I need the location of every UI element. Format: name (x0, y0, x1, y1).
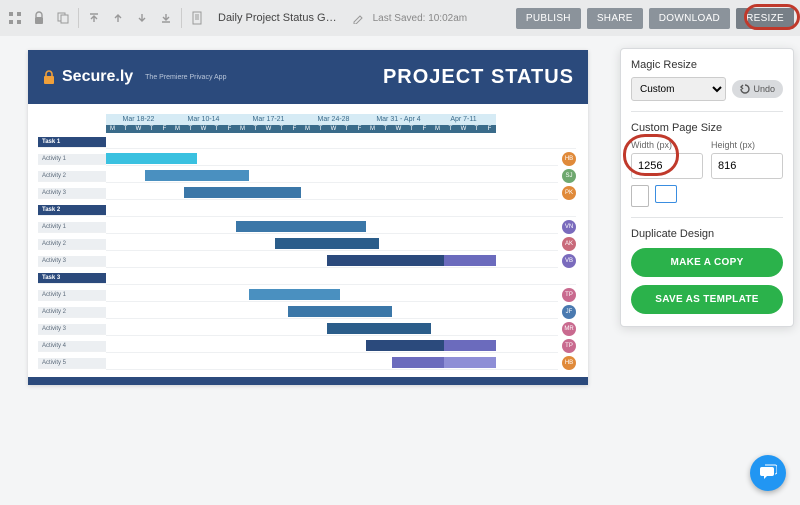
doc-header: Secure.ly The Premiere Privacy App PROJE… (28, 50, 588, 104)
resize-preset-select[interactable]: Custom (631, 77, 726, 101)
owner-badge: HB (562, 152, 576, 166)
brand-lock-icon (42, 69, 56, 85)
activity-label: Activity 2 (38, 239, 106, 250)
width-label: Width (px) (631, 140, 703, 150)
copy-icon[interactable] (54, 9, 72, 27)
resize-button[interactable]: RESIZE (736, 8, 794, 29)
gantt-track (106, 356, 558, 370)
document[interactable]: Secure.ly The Premiere Privacy App PROJE… (28, 50, 588, 385)
portrait-orientation[interactable] (631, 185, 649, 207)
download-button[interactable]: DOWNLOAD (649, 8, 730, 29)
gantt-track (106, 339, 558, 353)
owner-badge: JF (562, 305, 576, 319)
owner-badge: MR (562, 322, 576, 336)
gantt-bar[interactable] (236, 221, 366, 232)
gantt-bar[interactable] (249, 289, 340, 300)
gantt-track (106, 220, 558, 234)
owner-badge: VB (562, 254, 576, 268)
activity-label: Activity 3 (38, 188, 106, 199)
brand-name: Secure.ly (62, 68, 133, 86)
share-button[interactable]: SHARE (587, 8, 643, 29)
gantt-bar[interactable] (327, 255, 444, 266)
undo-icon (740, 84, 750, 94)
gantt-track (106, 186, 558, 200)
gantt-bar[interactable] (288, 306, 392, 317)
gantt-track (106, 305, 558, 319)
gantt-bar[interactable] (184, 187, 301, 198)
doc-footer (28, 377, 588, 385)
owner-badge: AK (562, 237, 576, 251)
owner-badge: HB (562, 356, 576, 370)
save-template-button[interactable]: SAVE AS TEMPLATE (631, 285, 783, 314)
custom-size-label: Custom Page Size (631, 122, 783, 134)
activity-label: Activity 1 (38, 222, 106, 233)
owner-badge: VN (562, 220, 576, 234)
make-copy-button[interactable]: MAKE A COPY (631, 248, 783, 277)
landscape-orientation[interactable] (655, 185, 677, 203)
lock-icon[interactable] (30, 9, 48, 27)
height-label: Height (px) (711, 140, 783, 150)
gantt-track (106, 254, 558, 268)
gantt-bar[interactable] (444, 340, 496, 351)
gantt-track (106, 169, 558, 183)
gantt-bar[interactable] (106, 153, 197, 164)
document-icon (188, 9, 206, 27)
width-input[interactable] (631, 153, 703, 179)
gantt-bar[interactable] (275, 238, 379, 249)
resize-panel: Magic Resize Custom Undo Custom Page Siz… (620, 48, 794, 327)
activity-label: Activity 5 (38, 358, 106, 369)
grid-icon[interactable] (6, 9, 24, 27)
document-title[interactable]: Daily Project Status G… (212, 12, 343, 24)
gantt-track (106, 288, 558, 302)
doc-title: PROJECT STATUS (383, 66, 574, 89)
task-label: Task 1 (38, 137, 106, 148)
brand-tagline: The Premiere Privacy App (145, 74, 226, 81)
undo-button[interactable]: Undo (732, 80, 783, 98)
edit-title-icon[interactable] (349, 9, 367, 27)
gantt-bar[interactable] (145, 170, 249, 181)
canvas[interactable]: Secure.ly The Premiere Privacy App PROJE… (0, 36, 610, 505)
activity-label: Activity 2 (38, 171, 106, 182)
activity-label: Activity 3 (38, 324, 106, 335)
gantt-track (106, 322, 558, 336)
owner-badge: SJ (562, 169, 576, 183)
topbar: Daily Project Status G… Last Saved: 10:0… (0, 0, 800, 36)
gantt-track (106, 203, 576, 217)
gantt-bar[interactable] (444, 255, 496, 266)
last-saved: Last Saved: 10:02am (373, 13, 468, 24)
owner-badge: PK (562, 186, 576, 200)
move-down-icon[interactable] (133, 9, 151, 27)
move-bottom-icon[interactable] (157, 9, 175, 27)
activity-label: Activity 2 (38, 307, 106, 318)
move-top-icon[interactable] (85, 9, 103, 27)
magic-resize-label: Magic Resize (631, 59, 783, 71)
chat-fab[interactable] (750, 455, 786, 491)
height-input[interactable] (711, 153, 783, 179)
owner-badge: TP (562, 288, 576, 302)
gantt-bar[interactable] (327, 323, 431, 334)
publish-button[interactable]: PUBLISH (516, 8, 581, 29)
gantt-track (106, 152, 558, 166)
chat-icon (759, 464, 777, 482)
owner-badge: TP (562, 339, 576, 353)
activity-label: Activity 4 (38, 341, 106, 352)
activity-label: Activity 3 (38, 256, 106, 267)
task-label: Task 2 (38, 205, 106, 216)
gantt-bar[interactable] (444, 357, 496, 368)
gantt-track (106, 135, 576, 149)
gantt-bar[interactable] (366, 340, 444, 351)
gantt-track (106, 237, 558, 251)
move-up-icon[interactable] (109, 9, 127, 27)
activity-label: Activity 1 (38, 154, 106, 165)
duplicate-label: Duplicate Design (631, 228, 783, 240)
task-label: Task 3 (38, 273, 106, 284)
gantt-bar[interactable] (392, 357, 444, 368)
activity-label: Activity 1 (38, 290, 106, 301)
gantt-track (106, 271, 576, 285)
